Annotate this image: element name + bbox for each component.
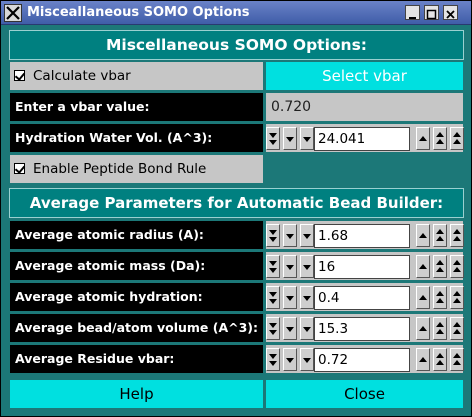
decrease-button[interactable] (283, 127, 297, 150)
increase-button[interactable] (416, 127, 430, 150)
calculate-vbar-label: Calculate vbar (33, 68, 131, 84)
step-decrease-button[interactable] (300, 286, 314, 309)
decrease-button[interactable] (283, 317, 297, 340)
select-vbar-button[interactable]: Select vbar (265, 61, 464, 91)
fast-decrease-button[interactable] (266, 224, 280, 247)
fast-decrease-button[interactable] (266, 127, 280, 150)
average-param-label: Average Residue vbar: (9, 344, 264, 374)
average-param-value-input[interactable]: 16 (314, 255, 410, 279)
average-param-counter[interactable]: 15.3 (265, 313, 464, 343)
app-x-icon (4, 4, 22, 22)
hydration-value-input[interactable]: 24.041 (314, 127, 410, 151)
average-param-label: Average atomic radius (A): (9, 220, 264, 250)
step-decrease-button[interactable] (300, 224, 314, 247)
average-param-label: Average atomic mass (Da): (9, 251, 264, 281)
fast-decrease-button[interactable] (266, 317, 280, 340)
fast-increase-button[interactable] (433, 348, 447, 371)
max-increase-button[interactable] (450, 224, 464, 247)
checkbox-checked-icon[interactable] (14, 70, 25, 81)
close-icon[interactable] (443, 5, 458, 20)
help-button[interactable]: Help (9, 379, 264, 409)
increase-button[interactable] (416, 348, 430, 371)
fast-decrease-button[interactable] (266, 255, 280, 278)
max-increase-button[interactable] (450, 348, 464, 371)
step-decrease-button[interactable] (300, 127, 314, 150)
peptide-bond-checkbox[interactable]: Enable Peptide Bond Rule (9, 154, 264, 184)
max-increase-button[interactable] (450, 286, 464, 309)
somo-options-window: Misceallaneous SOMO Options Miscellaneou… (0, 0, 472, 417)
fast-increase-button[interactable] (433, 317, 447, 340)
hydration-counter[interactable]: 24.041 (265, 123, 464, 153)
enter-vbar-label: Enter a vbar value: (9, 92, 264, 122)
increase-button[interactable] (416, 255, 430, 278)
increase-button[interactable] (416, 224, 430, 247)
decrease-button[interactable] (283, 286, 297, 309)
average-params-header: Average Parameters for Automatic Bead Bu… (9, 188, 464, 218)
increase-button[interactable] (416, 286, 430, 309)
peptide-bond-label: Enable Peptide Bond Rule (33, 161, 207, 177)
checkbox-checked-icon[interactable] (14, 163, 25, 174)
close-button[interactable]: Close (265, 379, 464, 409)
average-param-label: Average atomic hydration: (9, 282, 264, 312)
average-param-counter[interactable]: 16 (265, 251, 464, 281)
average-param-value-input[interactable]: 15.3 (314, 317, 410, 341)
options-header: Miscellaneous SOMO Options: (9, 30, 464, 60)
fast-increase-button[interactable] (433, 286, 447, 309)
calculate-vbar-checkbox[interactable]: Calculate vbar (9, 61, 264, 91)
decrease-button[interactable] (283, 224, 297, 247)
decrease-button[interactable] (283, 255, 297, 278)
average-param-counter[interactable]: 0.72 (265, 344, 464, 374)
max-increase-button[interactable] (450, 255, 464, 278)
average-param-label: Average bead/atom volume (A^3): (9, 313, 264, 343)
window-title: Misceallaneous SOMO Options (27, 5, 250, 20)
fast-decrease-button[interactable] (266, 348, 280, 371)
max-increase-button[interactable] (450, 127, 464, 150)
step-decrease-button[interactable] (300, 255, 314, 278)
vbar-value-field[interactable]: 0.720 (265, 92, 464, 122)
decrease-button[interactable] (283, 348, 297, 371)
hydration-label: Hydration Water Vol. (A^3): (9, 123, 264, 153)
fast-increase-button[interactable] (433, 255, 447, 278)
step-decrease-button[interactable] (300, 317, 314, 340)
average-param-value-input[interactable]: 0.4 (314, 286, 410, 310)
average-param-counter[interactable]: 1.68 (265, 220, 464, 250)
average-param-counter[interactable]: 0.4 (265, 282, 464, 312)
minimize-icon[interactable] (405, 5, 420, 20)
increase-button[interactable] (416, 317, 430, 340)
step-decrease-button[interactable] (300, 348, 314, 371)
fast-increase-button[interactable] (433, 127, 447, 150)
average-param-value-input[interactable]: 1.68 (314, 224, 410, 248)
average-param-value-input[interactable]: 0.72 (314, 348, 410, 372)
fast-decrease-button[interactable] (266, 286, 280, 309)
title-bar[interactable]: Misceallaneous SOMO Options (1, 1, 471, 25)
fast-increase-button[interactable] (433, 224, 447, 247)
maximize-icon[interactable] (424, 5, 439, 20)
max-increase-button[interactable] (450, 317, 464, 340)
